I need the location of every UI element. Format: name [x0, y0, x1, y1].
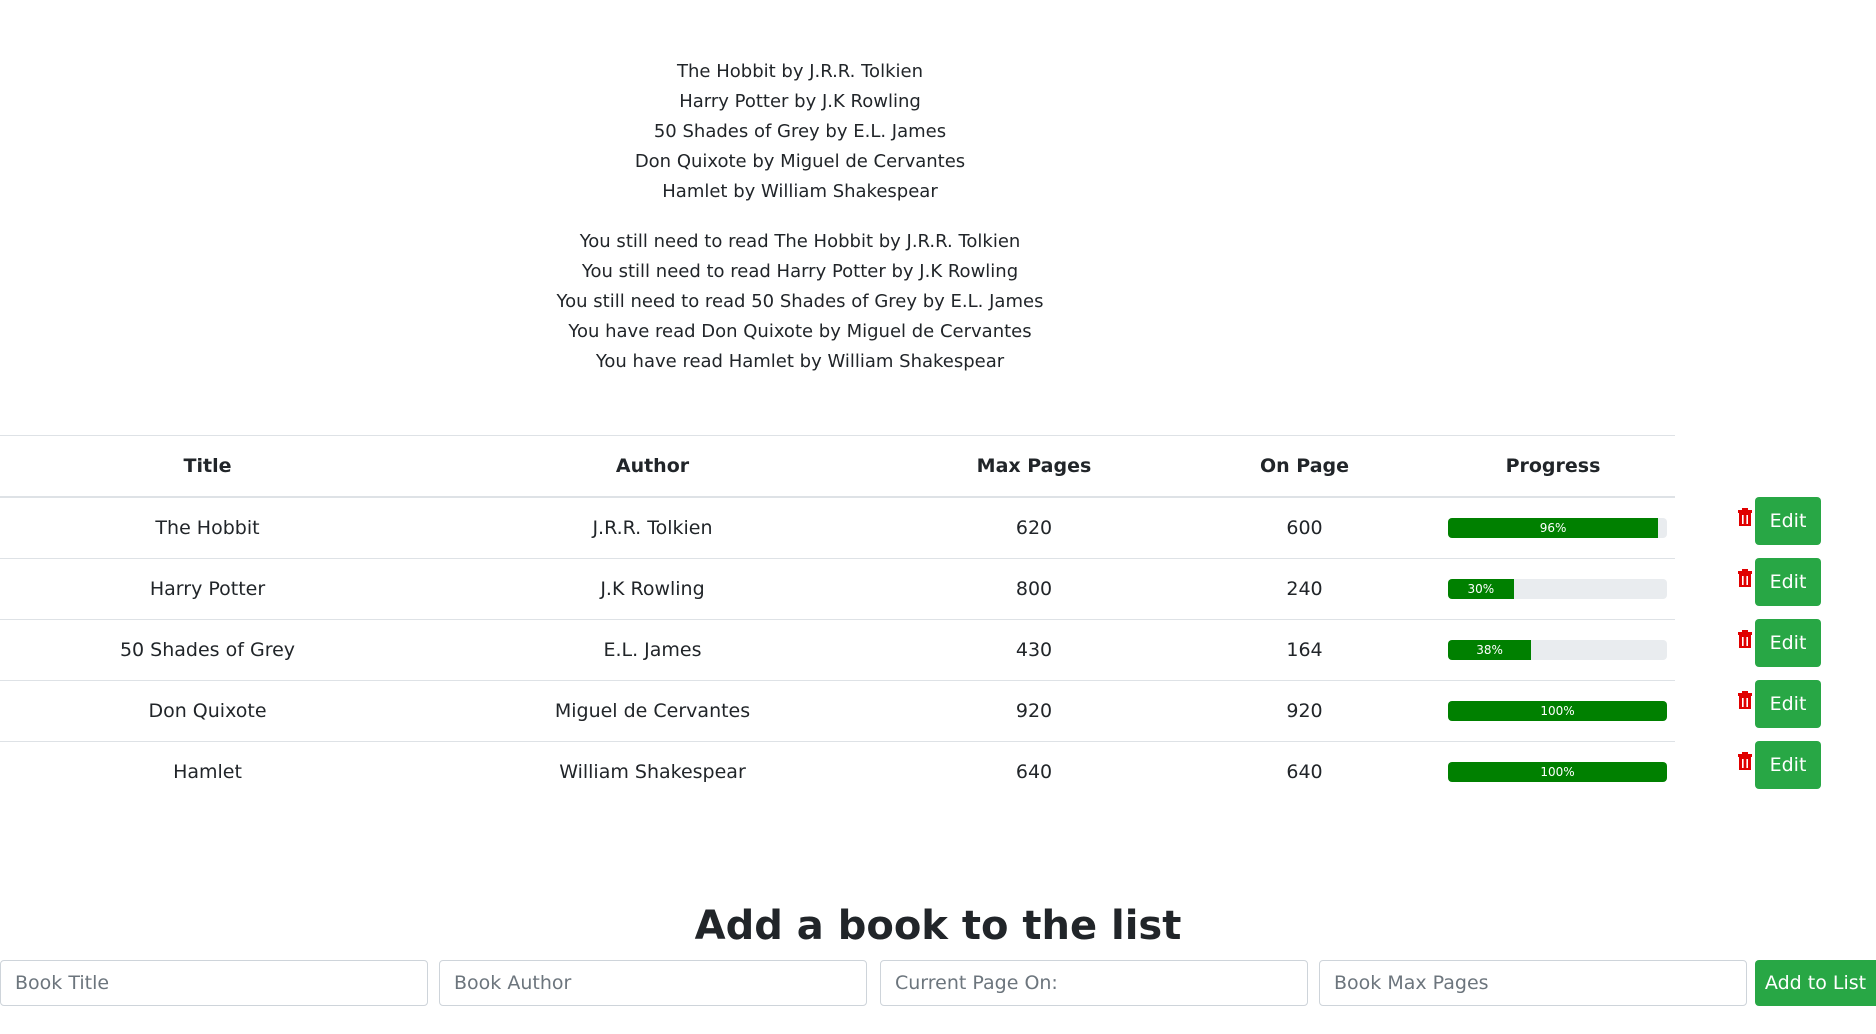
cell-title: Hamlet: [173, 761, 242, 783]
cell-on-page: 600: [1178, 497, 1431, 559]
book-list-item: Harry Potter by J.K Rowling: [679, 91, 921, 112]
add-book-heading: Add a book to the list: [694, 903, 1182, 949]
table-row: Hamlet William Shakespear 640 640 100%: [0, 742, 1675, 803]
progress-bar: 100%: [1448, 762, 1667, 782]
row-actions: Edit: [1730, 558, 1830, 608]
cell-max-pages: 430: [890, 619, 1178, 681]
header-on-page: On Page: [1178, 435, 1431, 498]
current-page-input[interactable]: [880, 960, 1308, 1006]
reading-status-item: You have read Don Quixote by Miguel de C…: [568, 321, 1032, 342]
progress-fill: 100%: [1448, 762, 1667, 782]
edit-button[interactable]: Edit: [1755, 558, 1821, 606]
cell-title: The Hobbit: [0, 497, 415, 559]
progress-bar: 100%: [1448, 701, 1667, 721]
cell-max-pages: 800: [890, 558, 1178, 620]
cell-author: Miguel de Cervantes: [415, 680, 890, 742]
table-row: Don Quixote Miguel de Cervantes 920 920 …: [0, 680, 1675, 742]
edit-button[interactable]: Edit: [1755, 741, 1821, 789]
book-list-item: 50 Shades of Grey by E.L. James: [653, 121, 947, 142]
cell-author: William Shakespear: [559, 761, 746, 783]
progress-fill: 30%: [1448, 579, 1514, 599]
cell-title: Harry Potter: [0, 558, 415, 620]
cell-max-pages: 640: [1015, 761, 1053, 783]
progress-bar: 38%: [1448, 640, 1667, 660]
header-title: Title: [0, 435, 415, 498]
trash-icon[interactable]: [1735, 690, 1755, 710]
cell-progress: 38%: [1431, 619, 1675, 681]
edit-button[interactable]: Edit: [1755, 680, 1821, 728]
book-title-input[interactable]: [0, 960, 428, 1006]
cell-max-pages: 920: [890, 680, 1178, 742]
edit-button[interactable]: Edit: [1755, 619, 1821, 667]
table-row: The Hobbit J.R.R. Tolkien 620 600 96%: [0, 497, 1675, 559]
cell-title: 50 Shades of Grey: [0, 619, 415, 681]
add-to-list-button[interactable]: Add to List: [1755, 960, 1876, 1006]
table-row: 50 Shades of Grey E.L. James 430 164 38%: [0, 619, 1675, 681]
book-list-item: Don Quixote by Miguel de Cervantes: [634, 151, 966, 172]
book-list: The Hobbit by J.R.R. Tolkien Harry Potte…: [0, 57, 1600, 207]
cell-progress: 100%: [1431, 680, 1675, 742]
book-author-input[interactable]: [439, 960, 867, 1006]
cell-on-page: 920: [1178, 680, 1431, 742]
reading-status-list: You still need to read The Hobbit by J.R…: [0, 227, 1600, 377]
progress-fill: 38%: [1448, 640, 1532, 660]
progress-bar: 30%: [1448, 579, 1667, 599]
header-author: Author: [415, 435, 890, 498]
books-table: Title Author Max Pages On Page Progress …: [0, 435, 1675, 802]
header-max-pages: Max Pages: [890, 435, 1178, 498]
trash-icon[interactable]: [1735, 751, 1755, 771]
reading-status-item: You have read Hamlet by William Shakespe…: [595, 351, 1005, 372]
reading-status-item: You still need to read 50 Shades of Grey…: [556, 291, 1044, 312]
table-row: Harry Potter J.K Rowling 800 240 30%: [0, 558, 1675, 620]
reading-status-item: You still need to read The Hobbit by J.R…: [579, 231, 1021, 252]
book-max-pages-input[interactable]: [1319, 960, 1747, 1006]
cell-title: Don Quixote: [0, 680, 415, 742]
row-actions: Edit: [1730, 680, 1830, 730]
cell-author: J.R.R. Tolkien: [415, 497, 890, 559]
reading-status-item: You still need to read Harry Potter by J…: [581, 261, 1019, 282]
cell-max-pages: 620: [890, 497, 1178, 559]
cell-author: J.K Rowling: [415, 558, 890, 620]
table-header-row: Title Author Max Pages On Page Progress: [0, 435, 1675, 498]
row-actions: Edit: [1730, 741, 1830, 791]
row-actions: Edit: [1730, 619, 1830, 669]
book-list-item: The Hobbit by J.R.R. Tolkien: [677, 61, 923, 82]
edit-button[interactable]: Edit: [1755, 497, 1821, 545]
cell-progress: 30%: [1431, 558, 1675, 620]
cell-on-page: 640: [1286, 761, 1323, 783]
cell-progress: 96%: [1431, 497, 1675, 559]
header-progress: Progress: [1431, 435, 1675, 498]
progress-fill: 96%: [1448, 518, 1659, 538]
progress-bar: 96%: [1448, 518, 1667, 538]
cell-on-page: 240: [1178, 558, 1431, 620]
cell-on-page: 164: [1178, 619, 1431, 681]
cell-author: E.L. James: [415, 619, 890, 681]
trash-icon[interactable]: [1735, 568, 1755, 588]
row-actions: Edit: [1730, 497, 1830, 547]
cell-progress: 100%: [1431, 742, 1675, 803]
progress-fill: 100%: [1448, 701, 1667, 721]
trash-icon[interactable]: [1735, 507, 1755, 527]
book-list-item: Hamlet by William Shakespear: [662, 181, 938, 202]
trash-icon[interactable]: [1735, 629, 1755, 649]
